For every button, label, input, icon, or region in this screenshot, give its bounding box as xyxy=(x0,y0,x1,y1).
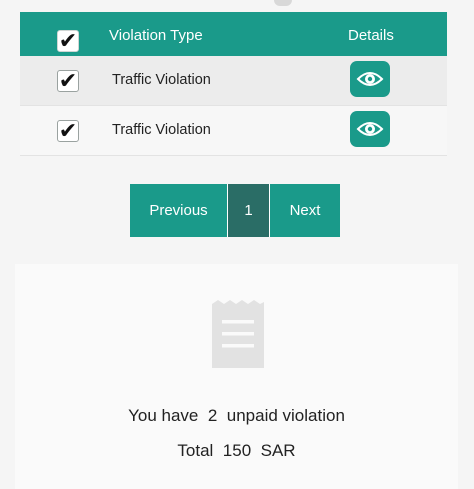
view-details-button[interactable] xyxy=(350,61,390,97)
pagination: Previous 1 Next xyxy=(130,184,340,237)
total-label: Total xyxy=(177,441,214,460)
unpaid-violations-text: You have 2 unpaid violation xyxy=(15,406,458,426)
unpaid-count: 2 xyxy=(207,406,218,425)
checkmark-icon: ✔ xyxy=(58,28,78,53)
currency-label: SAR xyxy=(260,441,296,460)
table-header: ✔ Violation Type Details xyxy=(20,12,447,56)
total-amount-text: Total 150 SAR xyxy=(15,441,458,461)
checkmark-icon: ✔ xyxy=(58,118,78,143)
total-value: 150 xyxy=(222,441,252,460)
unpaid-prefix: You have xyxy=(128,406,199,425)
table-row: ✔ Traffic Violation xyxy=(20,56,447,106)
row-checkbox[interactable]: ✔ xyxy=(57,70,79,92)
select-all-checkbox[interactable]: ✔ xyxy=(57,30,79,52)
eye-icon xyxy=(356,72,384,86)
column-header-violation-type: Violation Type xyxy=(109,27,203,44)
column-header-details: Details xyxy=(348,27,394,44)
violations-table: ✔ Violation Type Details ✔ Traffic Viola… xyxy=(20,12,447,156)
table-row: ✔ Traffic Violation xyxy=(20,106,447,156)
row-checkbox[interactable]: ✔ xyxy=(57,120,79,142)
eye-icon xyxy=(356,122,384,136)
unpaid-suffix: unpaid violation xyxy=(226,406,345,425)
next-page-button[interactable]: Next xyxy=(270,184,340,237)
violation-type-cell: Traffic Violation xyxy=(112,72,211,88)
view-details-button[interactable] xyxy=(350,111,390,147)
violations-summary-card: You have 2 unpaid violation Total 150 SA… xyxy=(15,264,458,489)
current-page-button[interactable]: 1 xyxy=(227,184,270,237)
violation-type-cell: Traffic Violation xyxy=(112,122,211,138)
checkmark-icon: ✔ xyxy=(58,68,78,93)
top-notch xyxy=(274,0,292,6)
receipt-icon xyxy=(212,300,264,368)
previous-page-button[interactable]: Previous xyxy=(130,184,227,237)
